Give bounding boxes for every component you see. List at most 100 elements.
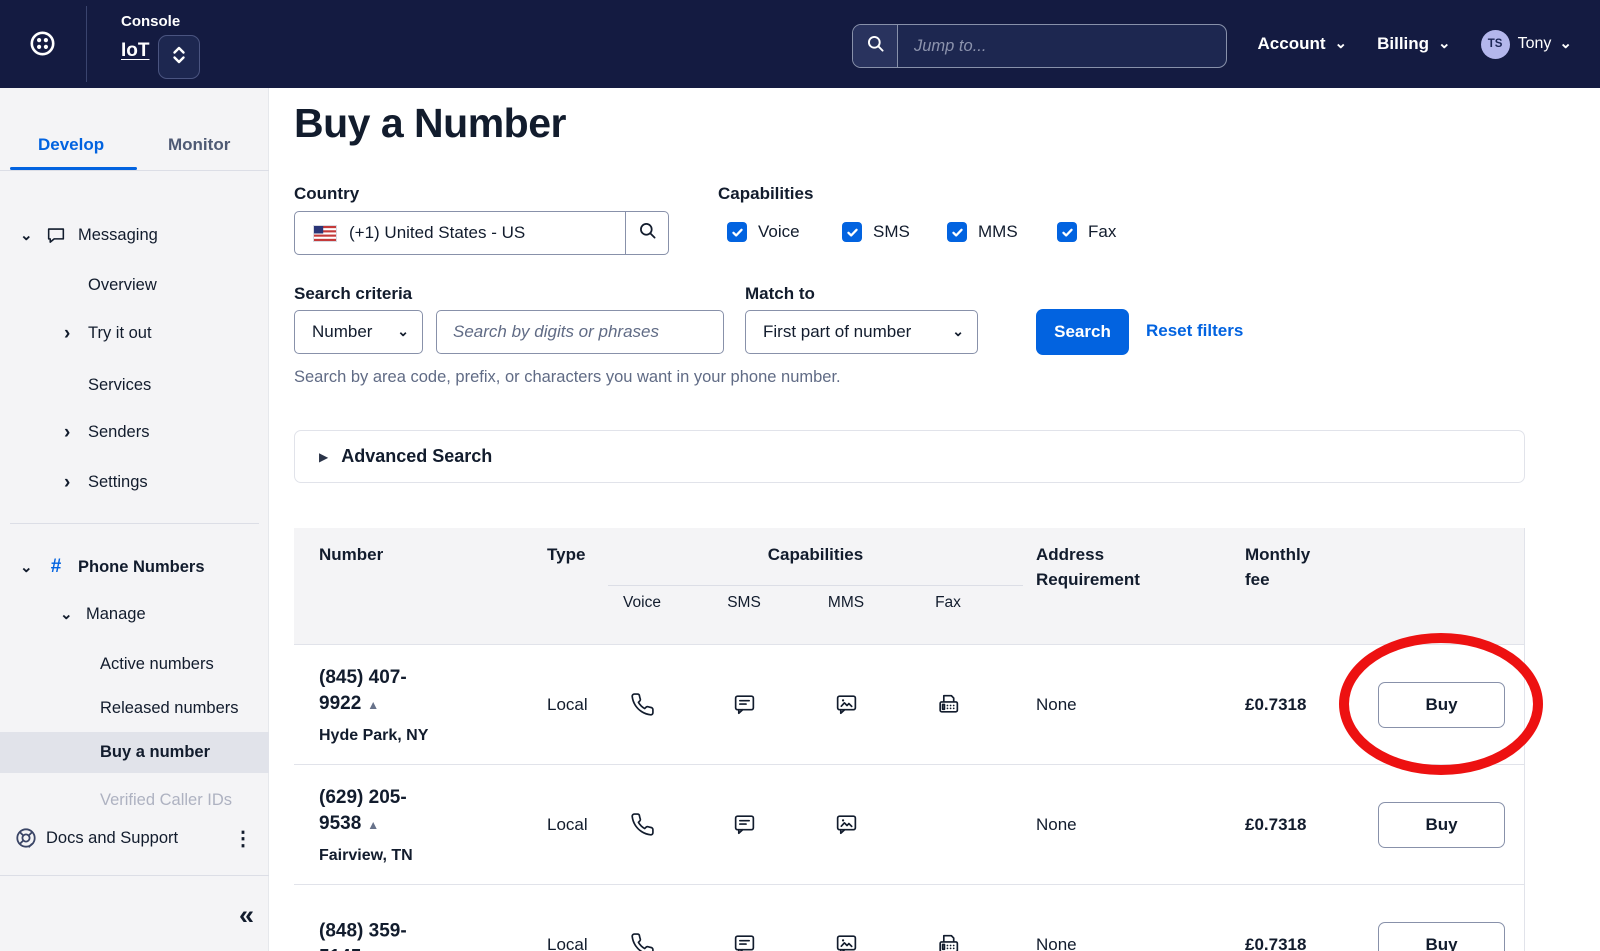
topbar-right-menu: Account ⌄ Billing ⌄ TS Tony ⌄: [1258, 0, 1572, 88]
sidebar-item-label: Overview: [88, 276, 157, 295]
phone-number: (845) 407-9922: [319, 667, 407, 714]
collapse-sidebar-button[interactable]: «: [239, 900, 254, 930]
twilio-logo-icon[interactable]: [30, 31, 55, 61]
checkbox-mms[interactable]: MMS: [947, 222, 1018, 242]
sidebar-item-senders[interactable]: › Senders: [0, 412, 269, 452]
chevron-down-icon: ⌄: [1438, 36, 1451, 51]
jump-to-input[interactable]: [898, 25, 1226, 67]
match-to-select[interactable]: First part of number ⌄: [745, 310, 978, 354]
chevron-down-icon: ⌄: [1559, 36, 1572, 51]
life-ring-icon: [14, 826, 38, 850]
reset-filters-link[interactable]: Reset filters: [1146, 321, 1243, 341]
sidebar-item-verified-caller-ids[interactable]: Verified Caller IDs: [0, 780, 269, 820]
monthly-fee: £0.7318: [1245, 815, 1306, 835]
sidebar-item-label: Active numbers: [100, 655, 214, 674]
kebab-menu-icon[interactable]: ⋮: [233, 826, 253, 851]
sidebar-item-try-it-out[interactable]: › Try it out: [0, 313, 269, 353]
number-type: Local: [547, 815, 588, 835]
number-type: Local: [547, 935, 588, 951]
sidebar-item-messaging[interactable]: ⌄ Messaging: [0, 215, 269, 255]
chevron-down-icon: ⌄: [397, 323, 409, 340]
search-icon-button[interactable]: [853, 25, 898, 67]
product-switcher-button[interactable]: [158, 35, 200, 79]
capabilities-label: Capabilities: [718, 184, 813, 204]
chat-bubble-icon: [44, 224, 68, 246]
sidebar-item-services[interactable]: Services: [0, 365, 269, 405]
page-title: Buy a Number: [294, 100, 566, 147]
number-cell: (845) 407-9922▲ Hyde Park, NY: [319, 665, 453, 745]
chevron-down-icon: ⌄: [1335, 36, 1348, 51]
account-label: Account: [1258, 34, 1326, 54]
subcolumn-sms: SMS: [709, 594, 779, 612]
checked-checkbox-icon: [727, 222, 747, 242]
search-button[interactable]: Search: [1036, 309, 1129, 355]
checkbox-label: Voice: [758, 222, 800, 242]
checkbox-label: MMS: [978, 222, 1018, 242]
page: Console IoT Account ⌄ Billing ⌄: [0, 0, 1600, 951]
sidebar-item-label: Released numbers: [100, 699, 239, 718]
checkbox-fax[interactable]: Fax: [1057, 222, 1116, 242]
digits-search-input[interactable]: [436, 310, 724, 354]
avatar: TS: [1481, 30, 1510, 59]
search-icon: [866, 34, 885, 58]
sidebar-item-manage[interactable]: ⌄ Manage: [0, 594, 269, 634]
chevron-right-icon: ›: [64, 423, 80, 442]
user-name: Tony: [1518, 35, 1552, 53]
country-select[interactable]: (+1) United States - US: [294, 211, 669, 255]
sms-capability-icon: [731, 692, 757, 718]
sidebar-item-settings[interactable]: › Settings: [0, 462, 269, 502]
sidebar-item-released-numbers[interactable]: Released numbers: [0, 688, 269, 728]
mms-capability-icon: [833, 812, 859, 838]
hash-icon: #: [44, 556, 68, 578]
topbar: Console IoT Account ⌄ Billing ⌄: [0, 0, 1600, 88]
checkbox-label: Fax: [1088, 222, 1116, 242]
buy-button[interactable]: Buy: [1378, 922, 1505, 951]
address-requirement: None: [1036, 695, 1077, 715]
number-cell: (848) 359-5145▲: [319, 918, 453, 951]
tab-divider: [0, 170, 269, 171]
chevron-down-icon: ⌄: [60, 607, 76, 622]
sidebar-item-phone-numbers[interactable]: ⌄ # Phone Numbers: [0, 547, 269, 587]
jump-to-search: [852, 24, 1227, 68]
billing-menu[interactable]: Billing ⌄: [1377, 34, 1451, 54]
sidebar-item-docs-and-support[interactable]: Docs and Support ⋮: [0, 820, 269, 856]
checkbox-voice[interactable]: Voice: [727, 222, 800, 242]
advanced-search-toggle[interactable]: ▶ Advanced Search: [294, 430, 1525, 483]
criteria-type-select[interactable]: Number ⌄: [294, 310, 423, 354]
mms-capability-icon: [833, 692, 859, 718]
country-value: (+1) United States - US: [349, 223, 625, 243]
tab-develop[interactable]: Develop: [38, 135, 104, 155]
monthly-fee: £0.7318: [1245, 695, 1306, 715]
match-to-value: First part of number: [763, 322, 911, 342]
sidebar-item-overview[interactable]: Overview: [0, 265, 269, 305]
country-search-button[interactable]: [625, 212, 668, 254]
product-link[interactable]: IoT: [121, 40, 150, 62]
country-label: Country: [294, 184, 359, 204]
account-menu[interactable]: Account ⌄: [1258, 34, 1348, 54]
us-flag-icon: [313, 225, 337, 242]
checkbox-sms[interactable]: SMS: [842, 222, 910, 242]
table-row: (629) 205-9538▲ Fairview, TN Local None …: [294, 764, 1524, 884]
table-header: Number Type Capabilities Voice SMS MMS F…: [294, 528, 1524, 644]
criteria-type-value: Number: [312, 322, 372, 342]
sidebar-item-buy-a-number[interactable]: Buy a number: [0, 732, 269, 773]
tab-monitor[interactable]: Monitor: [168, 135, 230, 155]
billing-label: Billing: [1377, 34, 1429, 54]
buy-button[interactable]: Buy: [1378, 682, 1505, 728]
user-menu[interactable]: TS Tony ⌄: [1481, 30, 1572, 59]
sidebar-item-label: Settings: [88, 473, 148, 492]
checked-checkbox-icon: [947, 222, 967, 242]
sms-capability-icon: [731, 932, 757, 951]
capabilities-header-divider: [608, 585, 1023, 586]
address-requirement: None: [1036, 815, 1077, 835]
sidebar: Develop Monitor ⌄ Messaging Overview › T…: [0, 88, 269, 951]
number-type: Local: [547, 695, 588, 715]
checkbox-label: SMS: [873, 222, 910, 242]
column-header-fee: Monthly fee: [1245, 542, 1330, 592]
buy-button[interactable]: Buy: [1378, 802, 1505, 848]
sidebar-item-label: Services: [88, 376, 151, 395]
sidebar-item-active-numbers[interactable]: Active numbers: [0, 644, 269, 684]
fax-capability-icon: [935, 692, 961, 718]
chevron-down-icon: ⌄: [20, 560, 36, 575]
match-to-label: Match to: [745, 284, 815, 304]
